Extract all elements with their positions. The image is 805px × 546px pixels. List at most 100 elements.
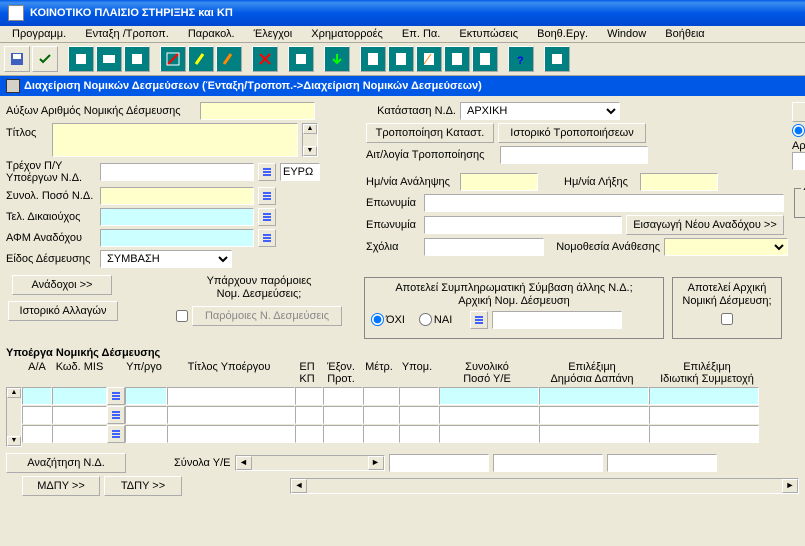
tool-icon[interactable] bbox=[472, 46, 498, 72]
elegxos-button[interactable]: Έλεγχος bbox=[792, 102, 805, 122]
tel-dik-input[interactable] bbox=[100, 208, 254, 226]
menu-item[interactable]: Χρηματορροές bbox=[303, 26, 391, 42]
apotelei-arx-check[interactable] bbox=[721, 313, 733, 325]
hm-liksis-input[interactable] bbox=[640, 173, 718, 191]
window-titlebar: ΚΟΙΝΟΤΙΚΟ ΠΛΑΙΣΙΟ ΣΤΗΡΙΞΗΣ και ΚΠ bbox=[0, 0, 805, 26]
label-yparxoun: Υπάρχουν παρόμοιες Νομ. Δεσμεύσεις; bbox=[160, 275, 358, 301]
label-arxiko-nom: Αρχικό Νόμισμα bbox=[792, 140, 805, 152]
menu-item[interactable]: Έλεγχοι bbox=[246, 26, 301, 42]
eponymia2-input[interactable] bbox=[424, 216, 622, 234]
title-input[interactable] bbox=[52, 123, 298, 157]
label-trexon: Τρέχον Π/Υ Υποέργων Ν.Δ. bbox=[6, 160, 96, 184]
mdpy-button[interactable]: ΜΔΠΥ >> bbox=[22, 476, 100, 496]
scroll-h1[interactable]: ◄► bbox=[235, 455, 385, 471]
help-icon[interactable]: ? bbox=[508, 46, 534, 72]
hm-anal-input[interactable] bbox=[460, 173, 538, 191]
lov-button[interactable] bbox=[107, 406, 125, 424]
eidos-select[interactable]: ΣΥΜΒΑΣΗ bbox=[100, 250, 232, 268]
synola-2[interactable] bbox=[493, 454, 603, 472]
arxiko-nom-input[interactable] bbox=[792, 152, 805, 170]
synola-3[interactable] bbox=[607, 454, 717, 472]
oxi-radio2[interactable]: ΌΧΙ bbox=[371, 313, 405, 326]
scroll-h2[interactable]: ◄► bbox=[290, 478, 799, 494]
aux-arith-input[interactable] bbox=[200, 102, 315, 120]
eponymia1-input[interactable] bbox=[424, 194, 784, 212]
menu-item[interactable]: Βοήθεια bbox=[657, 26, 712, 42]
table-header: Α/Α Κωδ. MIS Υπ/ργο Τίτλος Υποέργου ΕΠ Κ… bbox=[6, 359, 799, 387]
lov-button[interactable] bbox=[258, 187, 276, 205]
delete-icon[interactable] bbox=[252, 46, 278, 72]
eisagogi-button[interactable]: Εισαγωγή Νέου Αναδόχου >> bbox=[626, 215, 784, 235]
lov-button[interactable] bbox=[107, 425, 125, 443]
label-hm-liksis: Ημ/νία Λήξης bbox=[564, 176, 636, 188]
istoriko-trop-button[interactable]: Ιστορικό Τροποποιήσεων bbox=[498, 123, 646, 143]
label-apotelei-arx: Αποτελεί Αρχική Νομική Δέσμευση; bbox=[679, 282, 775, 308]
nai-radio2[interactable]: ΝΑΙ bbox=[419, 313, 452, 326]
anadoxoi-button[interactable]: Ανάδοχοι >> bbox=[12, 275, 112, 295]
table-scroll-v[interactable]: ▲▼ bbox=[6, 387, 22, 447]
lov-button[interactable] bbox=[470, 311, 488, 329]
istoriko-all-button[interactable]: Ιστορικό Αλλαγών bbox=[8, 301, 118, 321]
tool-icon[interactable] bbox=[124, 46, 150, 72]
synol-input[interactable] bbox=[100, 187, 254, 205]
menu-item[interactable]: Βοηθ.Εργ. bbox=[529, 26, 596, 42]
tool-icon[interactable] bbox=[288, 46, 314, 72]
tool-icon[interactable] bbox=[360, 46, 386, 72]
label-katastasi: Κατάσταση Ν.Δ. bbox=[366, 105, 456, 117]
tool-icon[interactable] bbox=[96, 46, 122, 72]
lov-button[interactable] bbox=[258, 229, 276, 247]
lov-button[interactable] bbox=[258, 163, 276, 181]
window-title: ΚΟΙΝΟΤΙΚΟ ΠΛΑΙΣΙΟ ΣΤΗΡΙΞΗΣ και ΚΠ bbox=[30, 7, 233, 19]
menu-item[interactable]: Window bbox=[599, 26, 654, 42]
title-scroll[interactable]: ▲▼ bbox=[302, 123, 318, 157]
label-sxolia: Σχόλια bbox=[366, 241, 420, 253]
yparxoun-check[interactable] bbox=[176, 310, 188, 322]
tool-icon[interactable] bbox=[416, 46, 442, 72]
menu-item[interactable]: Παρακολ. bbox=[180, 26, 243, 42]
form-title-text: Διαχείριση Νομικών Δεσμεύσεων (Ένταξη/Τρ… bbox=[24, 80, 482, 92]
ypoerga-title: Υποέργα Νομικής Δέσμευσης bbox=[6, 347, 799, 359]
save-icon[interactable] bbox=[4, 46, 30, 72]
sxolia-input[interactable] bbox=[424, 238, 544, 256]
app-icon bbox=[8, 5, 24, 21]
menu-item[interactable]: Προγραμμ. bbox=[4, 26, 74, 42]
tdpy-button[interactable]: ΤΔΠΥ >> bbox=[104, 476, 182, 496]
synola-1[interactable] bbox=[389, 454, 489, 472]
menu-item[interactable]: Εκτυπώσεις bbox=[451, 26, 526, 42]
label-eponymia2: Επωνυμία bbox=[366, 219, 420, 231]
aitologia-legend: Αιτιολογία bbox=[801, 181, 805, 193]
arxiki-nom-input[interactable] bbox=[492, 311, 622, 329]
anazitisi-button[interactable]: Αναζήτηση Ν.Δ. bbox=[6, 453, 126, 473]
down-icon[interactable] bbox=[324, 46, 350, 72]
aitologia-trop-input[interactable] bbox=[500, 146, 648, 164]
label-tel-dik: Τελ. Δικαιούχος bbox=[6, 211, 96, 223]
tool-icon[interactable] bbox=[544, 46, 570, 72]
trexon-input[interactable] bbox=[100, 163, 254, 181]
menu-item[interactable]: Επ. Πα. bbox=[394, 26, 448, 42]
tool-icon[interactable] bbox=[68, 46, 94, 72]
menu-item[interactable]: Ενταξη /Τροποπ. bbox=[77, 26, 177, 42]
label-aitologia-trop: Αιτ/λογία Τροποποίησης bbox=[366, 149, 496, 161]
check-icon[interactable] bbox=[32, 46, 58, 72]
tool-icon[interactable] bbox=[444, 46, 470, 72]
form-title: Διαχείριση Νομικών Δεσμεύσεων (Ένταξη/Τρ… bbox=[0, 76, 805, 96]
katastasi-select[interactable]: ΑΡΧΙΚΗ bbox=[460, 102, 620, 120]
label-title: Τίτλος bbox=[6, 123, 48, 139]
table-row bbox=[22, 425, 759, 443]
tool-icon[interactable] bbox=[160, 46, 186, 72]
label-nomothesia: Νομοθεσία Ανάθεσης bbox=[548, 241, 660, 253]
tool-icon[interactable] bbox=[216, 46, 242, 72]
label-synol: Συνολ. Ποσό Ν.Δ. bbox=[6, 190, 96, 202]
paromoies-button: Παρόμοιες Ν. Δεσμεύσεις bbox=[192, 306, 342, 326]
label-aux-arith: Αύξων Αριθμός Νομικής Δέσμευσης bbox=[6, 105, 196, 117]
afm-input[interactable] bbox=[100, 229, 254, 247]
tool-icon[interactable] bbox=[188, 46, 214, 72]
tropop-button[interactable]: Τροποποίηση Καταστ. bbox=[366, 123, 494, 143]
table-row bbox=[22, 406, 759, 424]
oxi-radio[interactable]: ΌΧΙ bbox=[792, 124, 805, 137]
table-row bbox=[22, 387, 759, 405]
lov-button[interactable] bbox=[107, 387, 125, 405]
lov-button[interactable] bbox=[258, 208, 276, 226]
nomothesia-select[interactable] bbox=[664, 238, 788, 256]
tool-icon[interactable] bbox=[388, 46, 414, 72]
